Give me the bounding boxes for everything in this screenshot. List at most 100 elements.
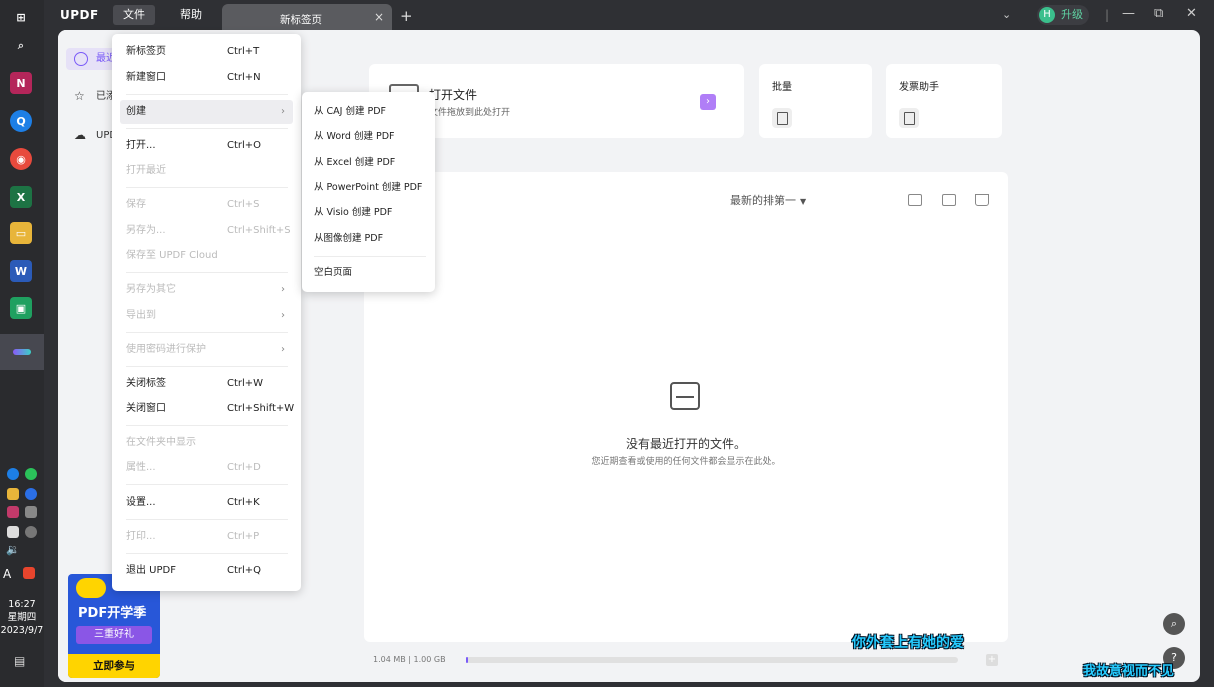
menu-item-new-window[interactable]: 新建窗口 Ctrl+N <box>120 66 293 90</box>
open-file-subtitle: 文件拖放到此处打开 <box>429 108 511 118</box>
menu-item-settings[interactable]: 设置... Ctrl+K <box>120 491 293 515</box>
add-storage-icon[interactable]: + <box>986 654 998 666</box>
menu-help[interactable]: 帮助 <box>170 5 212 25</box>
quark-browser-icon[interactable]: Q <box>10 110 32 132</box>
windows-start-icon[interactable]: ⊞ <box>10 6 32 28</box>
search-icon[interactable]: ⌕ <box>10 35 32 57</box>
menu-item-open-recent[interactable]: 打开最近 <box>120 159 293 183</box>
tray-app-icon[interactable] <box>25 488 37 500</box>
onenote-icon[interactable]: N <box>10 72 32 94</box>
grid-view-icon[interactable] <box>942 194 956 206</box>
star-icon: ☆ <box>74 89 85 103</box>
menu-item-properties[interactable]: 属性... Ctrl+D <box>120 456 293 480</box>
menu-item-label: 关闭标签 <box>126 378 166 389</box>
notification-icon[interactable]: ▤ <box>14 654 25 668</box>
menu-item-save-as[interactable]: 另存为... Ctrl+Shift+S <box>120 219 293 243</box>
excel-icon[interactable]: X <box>10 186 32 208</box>
menu-item-shortcut: Ctrl+P <box>227 531 260 542</box>
wifi-icon[interactable] <box>25 526 37 538</box>
trash-icon[interactable] <box>975 194 989 206</box>
submenu-item-blank-page[interactable]: 空白页面 <box>308 262 432 284</box>
tray-ime-icon[interactable] <box>23 567 35 579</box>
tab-new-tab[interactable]: 新标签页 × <box>222 4 392 32</box>
submenu-item-powerpoint[interactable]: 从 PowerPoint 创建 PDF <box>308 177 432 199</box>
invoice-assistant-card[interactable]: 发票助手 <box>886 64 1002 138</box>
menu-item-show-in-folder[interactable]: 在文件夹中显示 <box>120 431 293 455</box>
invoice-title: 发票助手 <box>899 82 939 93</box>
menu-item-label: 另存为其它 <box>126 284 176 295</box>
cloud-icon: ☁ <box>74 128 86 142</box>
submenu-item-visio[interactable]: 从 Visio 创建 PDF <box>308 202 432 224</box>
wechat-icon[interactable] <box>25 468 37 480</box>
file-explorer-icon[interactable]: ▭ <box>10 222 32 244</box>
ime-indicator[interactable]: A <box>3 567 11 581</box>
divider: | <box>1105 8 1110 22</box>
menu-item-label: 属性... <box>126 462 156 473</box>
menu-item-close-tab[interactable]: 关闭标签 Ctrl+W <box>120 372 293 396</box>
submenu-item-excel[interactable]: 从 Excel 创建 PDF <box>308 152 432 174</box>
menu-item-shortcut: Ctrl+Shift+W <box>227 403 295 414</box>
menu-file[interactable]: 文件 <box>113 5 155 25</box>
menu-item-password-protect[interactable]: 使用密码进行保护 › <box>120 338 293 362</box>
app-icon[interactable]: ▣ <box>10 297 32 319</box>
volume-icon[interactable]: 🔉 <box>6 543 20 556</box>
menu-item-quit[interactable]: 退出 UPDF Ctrl+Q <box>120 559 293 583</box>
restore-button[interactable]: ⧉ <box>1154 6 1163 21</box>
add-tab-button[interactable]: + <box>400 7 413 25</box>
caption-line-1: 你外套上有她的爱 <box>852 635 964 651</box>
updf-taskbar-icon[interactable] <box>0 334 44 370</box>
tray-folder-icon[interactable] <box>7 488 19 500</box>
chevron-right-icon[interactable]: › <box>700 94 716 110</box>
updf-logo: UPDF <box>60 8 99 22</box>
menu-item-label: 打印... <box>126 531 156 542</box>
caret-down-icon: ▼ <box>800 197 807 206</box>
batch-card[interactable]: 批量 <box>759 64 872 138</box>
menu-divider <box>126 366 288 367</box>
promo-title: PDF开学季 <box>78 606 147 621</box>
menu-item-label: 打开最近 <box>126 165 166 176</box>
sort-label: 最新的排第一 <box>730 194 796 207</box>
clock[interactable]: 16:27 星期四 2023/9/7 <box>0 598 44 637</box>
sort-dropdown[interactable]: 最新的排第一 ▼ <box>730 192 806 208</box>
menu-item-shortcut: Ctrl+O <box>227 140 262 151</box>
close-tab-icon[interactable]: × <box>374 10 384 24</box>
menu-item-label: 关闭窗口 <box>126 403 166 414</box>
menu-divider <box>126 332 288 333</box>
list-view-icon[interactable] <box>908 194 922 206</box>
upgrade-button[interactable]: H 升级 <box>1037 5 1089 25</box>
minimize-button[interactable]: — <box>1122 6 1135 21</box>
menu-item-save[interactable]: 保存 Ctrl+S <box>120 193 293 217</box>
menu-divider <box>126 128 288 129</box>
menu-item-label: 设置... <box>126 497 156 508</box>
menu-item-new-tab[interactable]: 新标签页 Ctrl+T <box>120 40 293 64</box>
word-icon[interactable]: W <box>10 260 32 282</box>
menu-item-label: 在文件夹中显示 <box>126 437 196 448</box>
promo-cta-button[interactable]: 立即参与 <box>68 654 160 678</box>
menu-item-label: 创建 <box>126 106 146 117</box>
promo-decoration <box>76 578 106 598</box>
empty-subtitle: 您近期查看或使用的任何文件都会显示在此处。 <box>591 457 781 467</box>
close-window-button[interactable]: ✕ <box>1186 6 1197 21</box>
menu-item-shortcut: Ctrl+T <box>227 46 260 57</box>
submenu-item-word[interactable]: 从 Word 创建 PDF <box>308 126 432 148</box>
chevron-down-icon[interactable]: ⌄ <box>1002 8 1011 21</box>
menu-item-save-to-cloud[interactable]: 保存至 UPDF Cloud <box>120 244 293 268</box>
menu-divider <box>126 94 288 95</box>
chrome-icon[interactable]: ◉ <box>10 148 32 170</box>
menu-item-open[interactable]: 打开... Ctrl+O <box>120 134 293 158</box>
storage-bar <box>466 657 958 663</box>
menu-item-save-as-other[interactable]: 另存为其它 › <box>120 278 293 302</box>
clock-icon <box>74 52 88 66</box>
search-fab-icon[interactable]: ⌕ <box>1163 613 1185 635</box>
tray-app2-icon[interactable] <box>7 506 19 518</box>
tray-battery-icon[interactable] <box>7 526 19 538</box>
submenu-item-caj[interactable]: 从 CAJ 创建 PDF <box>308 101 432 123</box>
tray-browser-icon[interactable] <box>7 468 19 480</box>
invoice-icon <box>899 108 919 128</box>
menu-item-print[interactable]: 打印... Ctrl+P <box>120 525 293 549</box>
submenu-item-image[interactable]: 从图像创建 PDF <box>308 228 432 250</box>
menu-item-close-window[interactable]: 关闭窗口 Ctrl+Shift+W <box>120 397 295 421</box>
tray-usb-icon[interactable] <box>25 506 37 518</box>
menu-item-create[interactable]: 创建 › <box>120 100 293 124</box>
menu-item-export[interactable]: 导出到 › <box>120 304 293 328</box>
